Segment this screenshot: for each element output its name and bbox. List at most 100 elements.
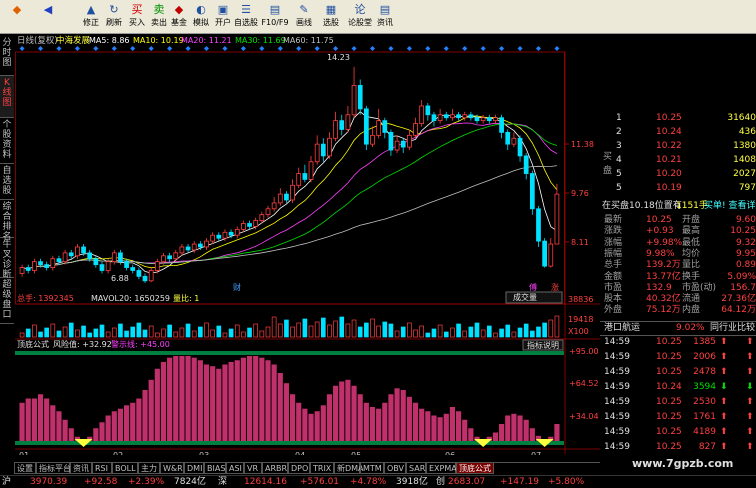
indicator-bar (431, 415, 437, 441)
toolbar-button-10[interactable]: ☰ 自选股 (232, 1, 260, 32)
toolbar-button-label: F10/F9 (261, 18, 289, 27)
toolbar-button-7[interactable]: ◆ 基金 (168, 1, 190, 32)
indicator-tab-12[interactable]: ARBR (262, 463, 288, 474)
indicator-tab-9[interactable]: BIAS (204, 463, 226, 474)
toolbar-button-3[interactable]: ▲ 修正 (80, 1, 102, 32)
left-tab-6[interactable]: 牛叉诊断 (0, 238, 14, 280)
status-item-8: +576.01 (300, 477, 340, 487)
indicator-tab-15[interactable]: 新DMA (334, 463, 364, 474)
indicator-tab-6[interactable]: 主力 (138, 463, 160, 474)
candle (234, 226, 240, 239)
indicator-tab-3[interactable]: 资讯 (70, 463, 92, 474)
volume-bar (468, 326, 474, 338)
quote-cell: 港口航运 (604, 323, 641, 333)
candle (394, 135, 400, 153)
toolbar-button-12[interactable]: ✎ 画线 (290, 1, 318, 32)
status-item-10: 3918亿 (396, 477, 428, 487)
toolbar-button-6[interactable]: 卖卖出 (148, 1, 170, 32)
volume-bar (62, 326, 68, 338)
toolbar-button-label: 选股 (323, 18, 339, 27)
indicator-risk: 风险值: +32.92 (53, 339, 112, 349)
ma-line-60 (22, 165, 557, 270)
candle (296, 167, 302, 189)
candle (363, 105, 369, 151)
toolbar-button-2[interactable]: ◀ (36, 1, 60, 32)
limit-up-marker: 涨 (551, 282, 559, 292)
volume-bar (548, 319, 554, 338)
volume-bar (241, 331, 246, 338)
indicator-tab-4[interactable]: RSI (92, 463, 112, 474)
x-axis-label: 01 (19, 451, 29, 455)
indicator-tab-11[interactable]: VR (244, 463, 262, 474)
toolbar-button-4[interactable]: ↻ 刷新 (103, 1, 125, 32)
quote-cell: 1385 (693, 337, 716, 347)
left-tab-1[interactable]: 分时图 (0, 36, 14, 76)
candle (62, 249, 68, 265)
indicator-bar (185, 356, 191, 441)
volume-bar (25, 328, 31, 338)
indicator-help-label: 指标说明 (527, 340, 559, 350)
indicator-tab-5[interactable]: BOLL (112, 463, 138, 474)
sector-row: 港口航运 9.02% 同行业比较 (600, 321, 756, 336)
indicator-tab-16[interactable]: MTM (360, 463, 384, 474)
kline-chart-area[interactable]: 日线(复权) 中海发展 MA5: 8.86 MA10: 10.19MA20: 11… (15, 34, 600, 455)
candle (456, 111, 461, 121)
toolbar-button-9[interactable]: ▣ 开户 (212, 1, 234, 32)
industry-compare-link[interactable]: 同行业比较 (710, 322, 755, 335)
candle (173, 249, 179, 262)
toolbar-button-8[interactable]: ◐ 模拟 (190, 1, 212, 32)
indicator-tab-17[interactable]: OBV (384, 463, 406, 474)
indicator-tab-7[interactable]: W&R (160, 463, 184, 474)
volume-bar (308, 325, 314, 338)
volume-bar (198, 326, 203, 338)
indicator-tab-19[interactable]: EXPMA (426, 463, 457, 474)
left-tab-2[interactable]: K线图 (0, 76, 14, 118)
fu-marker[interactable]: 傅 (529, 282, 537, 292)
volume-bar (50, 323, 56, 338)
finance-marker[interactable]: 财 (233, 282, 241, 292)
tick-row: 14:59 10.25 4189 ⬆ ⬆ (600, 426, 756, 439)
quote-cell: 10.25 (656, 412, 682, 422)
left-tab-3[interactable]: 个股资料 (0, 118, 14, 164)
quote-cell: 10.20 (656, 169, 682, 179)
period-label[interactable]: 日线(复权) (17, 35, 58, 46)
candle (179, 244, 185, 256)
indicator-tab-8[interactable]: DMI (184, 463, 204, 474)
indicator-tab-18[interactable]: SAR (406, 463, 426, 474)
toolbar-button-14[interactable]: 论论股堂 (346, 1, 374, 32)
volume-bar (413, 329, 418, 338)
indicator-bar (160, 361, 167, 441)
indicator-tab-10[interactable]: ASI (226, 463, 244, 474)
volume-total: 总手: 1392345 (17, 293, 74, 303)
tick-row: 14:59 10.25 1385 ⬆ ⬆ (600, 336, 756, 349)
indicator-tab-14[interactable]: TRIX (310, 463, 334, 474)
quote-cell: 31640 (727, 113, 756, 123)
toolbar-button-11[interactable]: ▤ F10/F9 (260, 1, 290, 32)
volume-bar (450, 327, 455, 338)
candle (284, 191, 289, 203)
refresh-icon: ↻ (109, 3, 119, 16)
volume-bar (296, 322, 302, 338)
quote-cell: 买单! 查看详细 (704, 201, 756, 211)
left-tab-4[interactable]: 自选股 (0, 164, 14, 200)
left-tab-5[interactable]: 综合排名 (0, 200, 14, 242)
indicator-tab-13[interactable]: DPO (288, 463, 310, 474)
indicator-tab-20[interactable]: 顶底公式 (456, 463, 494, 474)
toolbar-button-5[interactable]: 买买入 (126, 1, 148, 32)
toolbar-button-13[interactable]: ▦ 选股 (318, 1, 344, 32)
candle (302, 164, 308, 183)
toolbar-button-15[interactable]: ▤ 资讯 (372, 1, 398, 32)
quote-cell: 14:59 (604, 397, 630, 407)
left-tab-7[interactable]: 超级盘口 (0, 278, 14, 324)
indicator-tab-2[interactable]: 指标平台 (36, 463, 71, 474)
indicator-tab-1[interactable]: 设置 (14, 463, 36, 474)
signal-diamond-icon (38, 46, 44, 51)
volume-bar (32, 324, 37, 338)
volume-bar (443, 331, 449, 338)
volume-bar (204, 322, 209, 338)
status-item-9: +4.78% (350, 477, 387, 487)
toolbar-button-1[interactable]: ◆ (0, 1, 34, 32)
volume-bar (142, 329, 148, 338)
left-tab-strip: 分时图 K线图 个股资料 自选股 综合排名 牛叉诊断 超级盘口 (0, 34, 14, 455)
volume-bar (382, 321, 388, 338)
